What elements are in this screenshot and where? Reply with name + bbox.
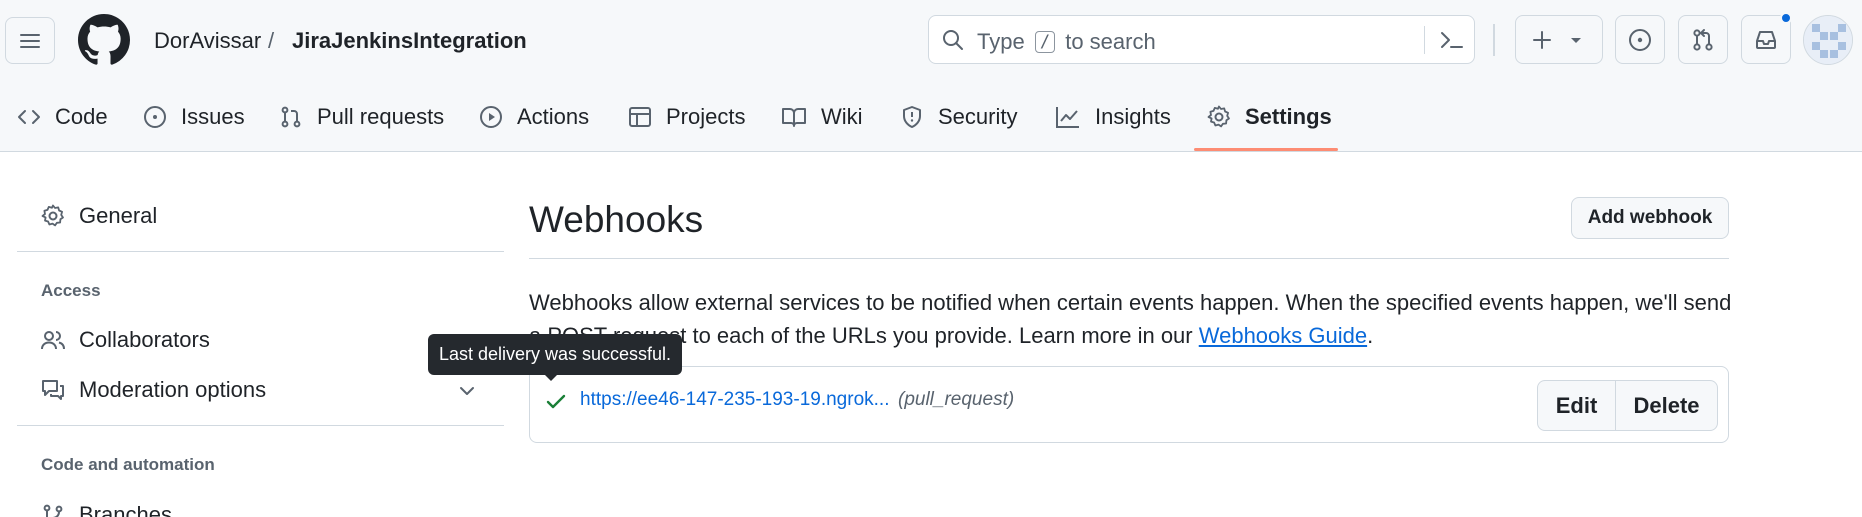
sidebar-item-branches[interactable]: Branches xyxy=(41,500,172,517)
your-pull-requests-button[interactable] xyxy=(1678,15,1728,64)
hamburger-menu-button[interactable] xyxy=(5,17,55,64)
sidebar-divider xyxy=(17,425,504,426)
notification-indicator xyxy=(1780,12,1792,24)
search-input[interactable]: Type / to search xyxy=(928,15,1475,64)
sidebar-item-label: Collaborators xyxy=(79,327,210,352)
tab-wiki[interactable]: Wiki xyxy=(781,82,863,152)
gear-icon xyxy=(41,204,64,227)
tab-pull-requests[interactable]: Pull requests xyxy=(279,82,444,152)
webhooks-description: Webhooks allow external services to be n… xyxy=(529,290,1732,348)
avatar[interactable] xyxy=(1803,15,1853,65)
webhooks-guide-link[interactable]: Webhooks Guide xyxy=(1199,323,1367,348)
github-logo[interactable] xyxy=(78,14,130,66)
edit-webhook-button[interactable]: Edit xyxy=(1538,381,1616,430)
webhook-events: (pull_request) xyxy=(898,389,1015,410)
hamburger-icon xyxy=(20,33,40,48)
search-divider xyxy=(1424,26,1425,54)
identicon-image xyxy=(1804,16,1852,64)
webhook-url-link[interactable]: https://ee46-147-235-193-19.ngrok... xyxy=(580,389,889,411)
webhook-actions: Edit Delete xyxy=(1537,380,1718,431)
tab-insights[interactable]: Insights xyxy=(1055,82,1171,152)
tab-code[interactable]: Code xyxy=(17,82,108,152)
book-icon xyxy=(782,108,806,127)
create-new-button[interactable] xyxy=(1515,15,1603,64)
gear-icon xyxy=(1207,105,1230,128)
sidebar-item-general[interactable]: General xyxy=(41,201,157,231)
shield-icon xyxy=(903,106,921,128)
breadcrumb-repo[interactable]: JiraJenkinsIntegration xyxy=(292,28,527,54)
search-icon xyxy=(943,30,963,50)
breadcrumb-owner[interactable]: DorAvissar xyxy=(154,28,261,54)
git-branch-icon xyxy=(43,504,63,517)
header-divider xyxy=(1493,24,1495,56)
sidebar-divider xyxy=(17,251,504,252)
global-header: DorAvissar / JiraJenkinsIntegration Type… xyxy=(0,0,1862,82)
command-palette-icon[interactable] xyxy=(1439,28,1465,52)
title-divider xyxy=(529,258,1729,259)
issue-opened-icon xyxy=(1629,28,1651,51)
check-icon xyxy=(546,394,566,409)
tab-issues[interactable]: Issues xyxy=(143,82,245,152)
comment-discussion-icon xyxy=(42,380,64,400)
tab-projects[interactable]: Projects xyxy=(628,82,745,152)
git-pull-request-icon xyxy=(1693,28,1713,51)
sidebar-item-collaborators[interactable]: Collaborators xyxy=(41,325,210,355)
selected-tab-indicator xyxy=(1194,148,1338,151)
breadcrumb-separator: / xyxy=(268,28,275,53)
search-placeholder: Type / to search xyxy=(977,29,1156,54)
play-icon xyxy=(480,106,502,128)
sidebar-item-label: Branches xyxy=(79,502,172,517)
table-icon xyxy=(629,107,651,127)
delete-webhook-button[interactable]: Delete xyxy=(1616,381,1717,430)
your-issues-button[interactable] xyxy=(1615,15,1665,64)
page-title: Webhooks xyxy=(529,199,704,240)
tab-security[interactable]: Security xyxy=(900,82,1017,152)
add-webhook-button[interactable]: Add webhook xyxy=(1571,197,1729,239)
plus-icon xyxy=(1533,30,1551,49)
sidebar-item-moderation-options[interactable]: Moderation options xyxy=(41,375,266,405)
people-icon xyxy=(41,331,65,350)
repo-navigation: Code Issues Pull requests Actions Projec… xyxy=(0,82,1862,152)
git-pull-request-icon xyxy=(281,106,301,128)
delivery-status-tooltip: Last delivery was successful. xyxy=(428,334,682,375)
tab-settings[interactable]: Settings xyxy=(1207,82,1332,152)
chevron-down-icon[interactable] xyxy=(456,380,478,402)
graph-icon xyxy=(1056,107,1079,128)
sidebar-item-label: Moderation options xyxy=(79,377,267,402)
code-icon xyxy=(18,110,40,124)
tooltip-arrow xyxy=(544,374,558,381)
issue-opened-icon xyxy=(144,106,166,128)
slash-key-hint: / xyxy=(1034,31,1056,53)
tab-actions[interactable]: Actions xyxy=(479,82,589,152)
inbox-icon xyxy=(1756,30,1776,49)
sidebar-heading-code-automation: Code and automation xyxy=(41,455,215,474)
triangle-down-icon xyxy=(1571,37,1581,43)
sidebar-heading-access: Access xyxy=(41,281,101,300)
sidebar-item-label: General xyxy=(79,203,158,228)
